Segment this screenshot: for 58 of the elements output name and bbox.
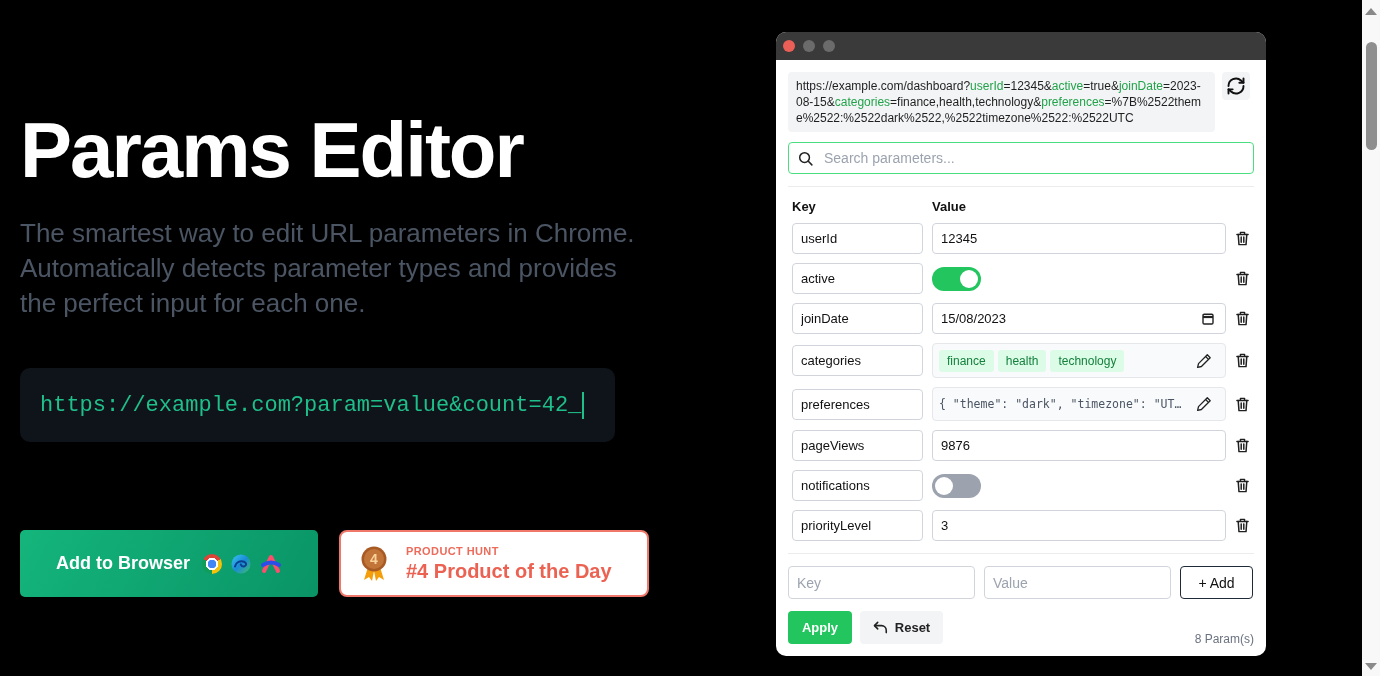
pencil-icon[interactable]: [1196, 352, 1212, 369]
add-button[interactable]: + Add: [1180, 566, 1253, 599]
hero-title: Params Editor: [20, 106, 523, 194]
json-text: { "theme": "dark", "timezone": "UT…: [939, 397, 1182, 411]
scroll-down-icon[interactable]: [1365, 663, 1377, 670]
new-value-field[interactable]: Value: [984, 566, 1171, 599]
swirl-circle-icon: [231, 553, 251, 574]
param-name-field[interactable]: notifications: [792, 470, 923, 501]
param-input-field[interactable]: 9876: [932, 430, 1226, 461]
category-tag: finance: [939, 349, 994, 372]
toggle-switch[interactable]: [932, 266, 981, 291]
colorful-arch-icon: [260, 553, 282, 574]
scrollbar-thumb[interactable]: [1365, 42, 1377, 150]
refresh-button[interactable]: [1222, 72, 1250, 100]
text-cursor: [582, 391, 585, 419]
trash-icon[interactable]: [1236, 311, 1249, 326]
trash-icon[interactable]: [1236, 518, 1249, 533]
param-name-field[interactable]: priorityLevel: [792, 510, 923, 541]
param-input-field[interactable]: 12345: [932, 223, 1226, 254]
scrollbar-track[interactable]: [1362, 0, 1380, 676]
trash-icon[interactable]: [1236, 438, 1249, 453]
trash-icon[interactable]: [1236, 396, 1249, 412]
trash-icon[interactable]: [1236, 271, 1249, 286]
column-header: Key: [792, 199, 816, 214]
param-name-field[interactable]: joinDate: [792, 303, 923, 334]
undo-icon: [872, 621, 888, 634]
json-field[interactable]: { "theme": "dark", "timezone": "UT…: [932, 387, 1226, 421]
param-name-field[interactable]: categories: [792, 345, 923, 376]
pencil-icon[interactable]: [1196, 396, 1212, 412]
param-input-field[interactable]: 3: [932, 510, 1226, 541]
trash-icon[interactable]: [1236, 478, 1249, 493]
toggle-switch[interactable]: [932, 473, 981, 498]
code-sample: https://example.com?param=value&count=42_: [40, 392, 582, 418]
new-key-field[interactable]: Key: [788, 566, 975, 599]
search-field[interactable]: Search parameters...: [788, 142, 1254, 174]
trash-icon[interactable]: [1236, 231, 1249, 246]
date-field[interactable]: 15/08/2023: [932, 303, 1226, 334]
calendar-icon[interactable]: [1202, 312, 1214, 325]
url-preview: https://example.com/dashboard?userId=12345&active=true&joinDate=2023-08-15&categories=finance,health,technology&preferences=%7B%2522theme%2522:%2522dark%2522,%2522timezone%2522:%2522UTC: [788, 72, 1215, 132]
category-tag: technology: [1050, 349, 1125, 372]
category-tag: health: [997, 349, 1047, 372]
param-name-field[interactable]: userId: [792, 223, 923, 254]
param-name-field[interactable]: preferences: [792, 388, 923, 420]
param-count: 8 Param(s): [1194, 632, 1254, 646]
refresh-icon: [1226, 76, 1246, 96]
trash-icon[interactable]: [1236, 353, 1249, 368]
hero-subtitle: The smartest way to edit URL parameters in Chrome. Automatically detects parameter types and provides the perfect input for each one.: [20, 217, 636, 320]
badge-title: #4 Product of the Day: [406, 559, 612, 583]
scroll-up-icon[interactable]: [1365, 8, 1377, 15]
param-name-field[interactable]: active: [792, 263, 923, 294]
column-header: Value: [932, 199, 966, 214]
search-icon: [798, 150, 813, 166]
tags-field[interactable]: finance health technology: [932, 343, 1226, 378]
window-control-icon[interactable]: [783, 40, 795, 52]
param-name-field[interactable]: pageViews: [792, 430, 923, 461]
badge-label: PRODUCT HUNT: [406, 544, 499, 557]
reset-button[interactable]: Reset: [860, 611, 943, 644]
tricolor-circle-icon: [202, 553, 222, 574]
